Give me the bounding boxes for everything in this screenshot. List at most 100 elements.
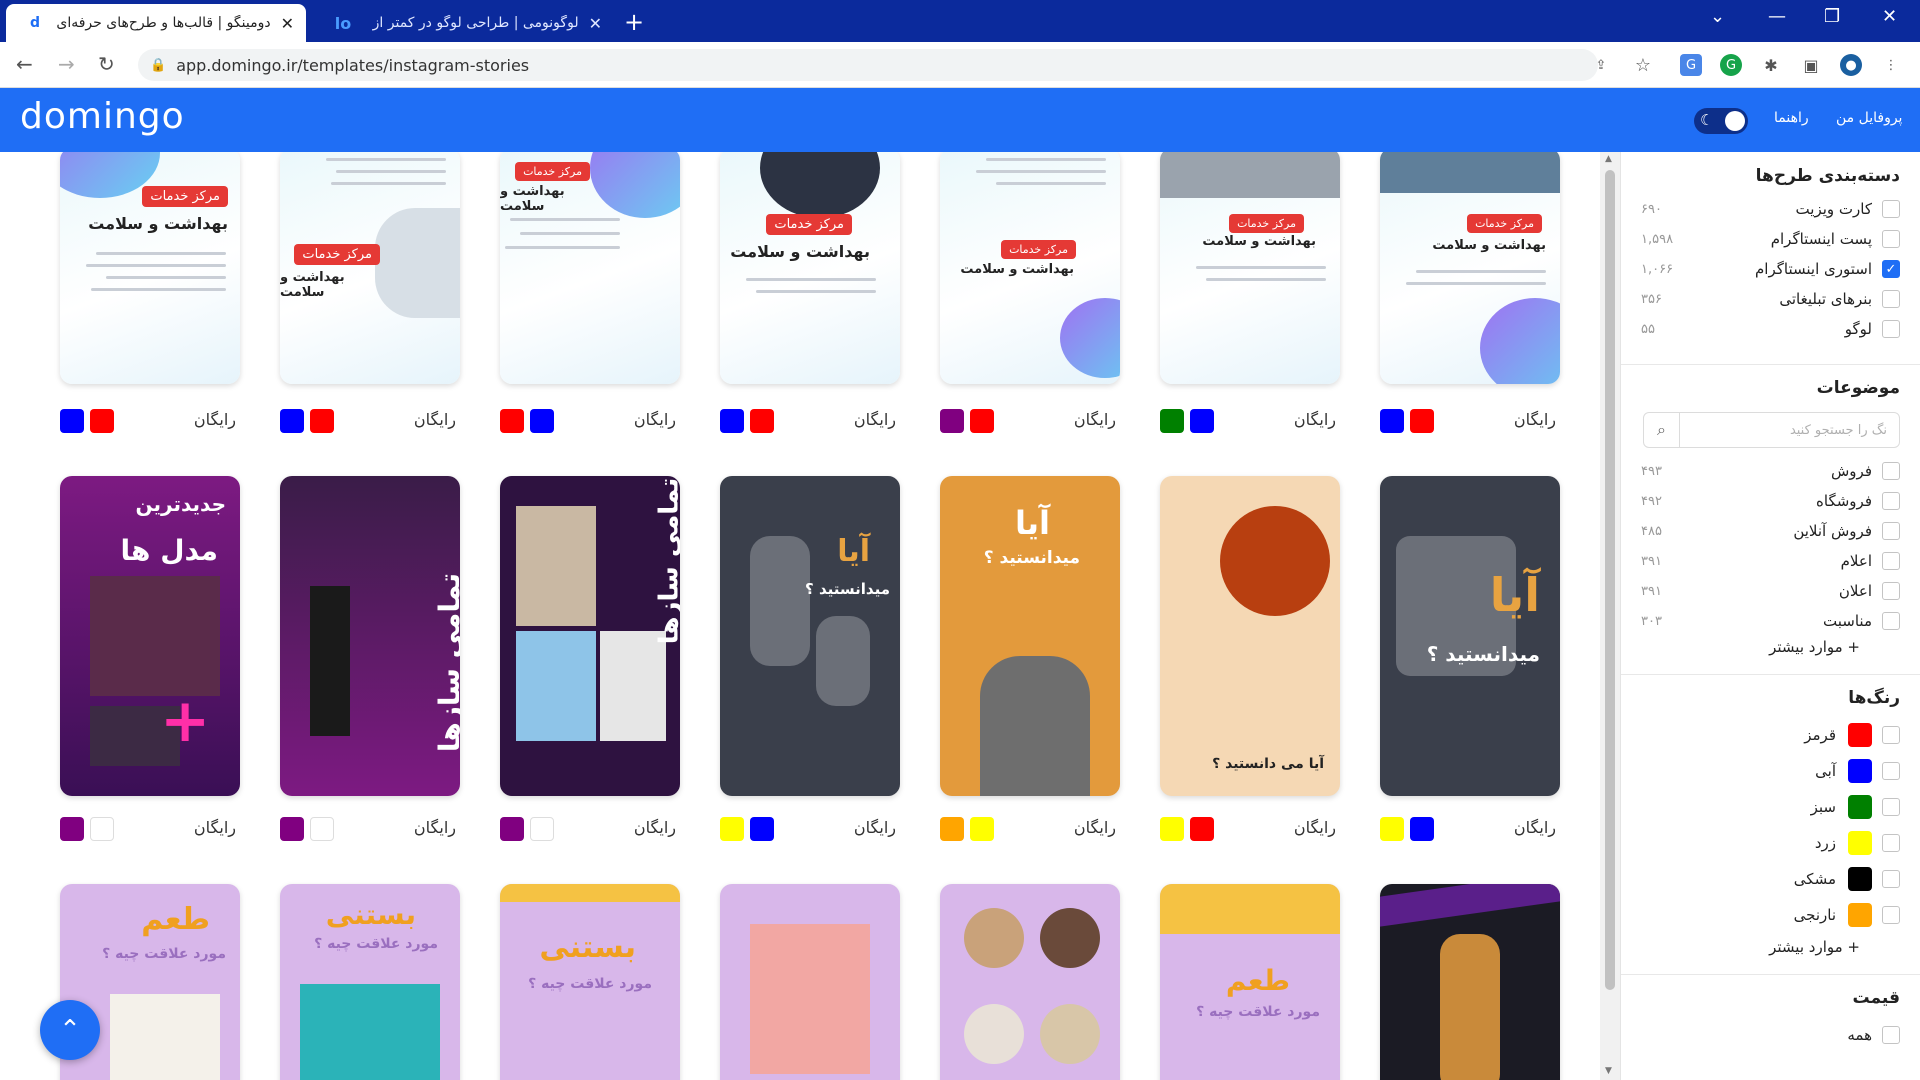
category-item[interactable]: کارت ویزیت ۶۹۰ [1641,196,1900,222]
color-swatch[interactable] [940,409,964,433]
topic-item[interactable]: مناسبت ۳۰۳ [1641,608,1900,634]
color-swatch[interactable] [90,409,114,433]
template-card[interactable]: آیا میدانستید ؟ [940,476,1120,796]
color-swatch[interactable] [1190,409,1214,433]
color-swatch[interactable] [1160,817,1184,841]
template-card[interactable]: طعم مورد علاقت چیه ؟ [1160,884,1340,1080]
tab-search-icon[interactable]: ⌄ [1710,6,1725,27]
content-scrollbar[interactable]: ▲ ▼ [1600,152,1620,1080]
share-icon[interactable]: ⇪ [1590,54,1612,76]
tab-domingo[interactable]: d دومینگو | قالب‌ها و طرح‌های حرفه‌ای ✕ [6,4,306,42]
category-item[interactable]: پست اینستاگرام ۱,۵۹۸ [1641,226,1900,252]
color-swatch[interactable] [970,817,994,841]
category-item[interactable]: لوگو ۵۵ [1641,316,1900,342]
topic-item[interactable]: فروشگاه ۴۹۲ [1641,488,1900,514]
reload-icon[interactable]: ↻ [98,52,115,76]
category-item[interactable]: بنرهای تبلیغاتی ۳۵۶ [1641,286,1900,312]
topic-checkbox[interactable] [1882,552,1900,570]
category-checkbox[interactable] [1882,200,1900,218]
topic-checkbox[interactable] [1882,582,1900,600]
category-checkbox[interactable] [1882,320,1900,338]
back-icon[interactable]: ← [16,52,33,76]
color-checkbox[interactable] [1882,834,1900,852]
colors-more-link[interactable]: + موارد بیشتر [1769,938,1860,956]
color-swatch[interactable] [720,817,744,841]
category-checkbox[interactable] [1882,230,1900,248]
dark-mode-toggle[interactable]: ☾ [1694,108,1748,134]
color-checkbox[interactable] [1882,906,1900,924]
template-card[interactable] [720,884,900,1080]
scroll-to-top-button[interactable]: ⌃ [40,1000,100,1060]
template-card[interactable]: مرکز خدمات بهداشت و سلامت [280,152,460,384]
color-swatch[interactable] [90,817,114,841]
template-card[interactable] [1380,884,1560,1080]
color-swatch[interactable] [750,817,774,841]
grammarly-extension-icon[interactable]: G [1720,54,1742,76]
color-checkbox[interactable] [1882,798,1900,816]
bookmark-star-icon[interactable]: ☆ [1632,54,1654,76]
color-swatch[interactable] [310,817,334,841]
tab-logonomi[interactable]: lo لوگونومی | طراحی لوگو در کمتر از ✕ [314,4,614,42]
topic-checkbox[interactable] [1882,522,1900,540]
side-panel-icon[interactable]: ▣ [1800,54,1822,76]
template-card[interactable]: جدیدترین مدل ها + [60,476,240,796]
color-swatch[interactable] [1160,409,1184,433]
search-icon[interactable]: ⌕ [1644,413,1680,447]
color-swatch[interactable] [310,409,334,433]
template-card[interactable]: آیا میدانستید ؟ [720,476,900,796]
topic-item[interactable]: فروش آنلاین ۴۸۵ [1641,518,1900,544]
color-swatch[interactable] [1190,817,1214,841]
forward-icon[interactable]: → [58,52,75,76]
topic-checkbox[interactable] [1882,612,1900,630]
scroll-down-icon[interactable]: ▼ [1605,1066,1612,1076]
domingo-logo[interactable]: domingo [20,96,185,137]
template-card[interactable]: مرکز خدمات بهداشت و سلامت [1380,152,1560,384]
template-card[interactable]: آیا می دانستید ؟ [1160,476,1340,796]
topic-checkbox[interactable] [1882,462,1900,480]
template-card[interactable] [940,884,1120,1080]
price-checkbox[interactable] [1882,1026,1900,1044]
topic-checkbox[interactable] [1882,492,1900,510]
profile-link[interactable]: پروفایل من [1836,110,1902,126]
color-checkbox[interactable] [1882,870,1900,888]
color-swatch[interactable] [940,817,964,841]
color-swatch[interactable] [970,409,994,433]
template-card[interactable]: بستنی مورد علاقت چیه ؟ [280,884,460,1080]
color-swatch[interactable] [530,409,554,433]
minimize-icon[interactable]: — [1768,6,1786,27]
color-swatch[interactable] [750,409,774,433]
scrollbar-thumb[interactable] [1605,170,1615,990]
color-filter-item[interactable]: سبز [1641,794,1900,820]
color-swatch[interactable] [280,817,304,841]
scroll-up-icon[interactable]: ▲ [1605,154,1612,164]
color-filter-item[interactable]: مشکی [1641,866,1900,892]
color-swatch[interactable] [1380,409,1404,433]
color-filter-item[interactable]: قرمز [1641,722,1900,748]
close-tab-icon[interactable]: ✕ [281,14,294,33]
translate-extension-icon[interactable]: G [1680,54,1702,76]
color-swatch[interactable] [60,817,84,841]
browser-menu-icon[interactable]: ⋮ [1880,54,1902,76]
color-filter-item[interactable]: آبی [1641,758,1900,784]
topic-item[interactable]: اعلان ۳۹۱ [1641,578,1900,604]
template-card[interactable]: آیا میدانستید ؟ [1380,476,1560,796]
topic-item[interactable]: اعلام ۳۹۱ [1641,548,1900,574]
price-filter-item[interactable]: همه [1641,1022,1900,1048]
template-card[interactable]: بستنی مورد علاقت چیه ؟ [500,884,680,1080]
close-tab-icon[interactable]: ✕ [589,14,602,33]
template-card[interactable]: مرکز خدمات بهداشت و سلامت [500,152,680,384]
color-checkbox[interactable] [1882,762,1900,780]
template-card[interactable]: تمامی سازها [280,476,460,796]
category-item[interactable]: ✓ استوری اینستاگرام ۱,۰۶۶ [1641,256,1900,282]
url-bar[interactable]: 🔒 app.domingo.ir/templates/instagram-sto… [138,49,1598,81]
color-swatch[interactable] [500,817,524,841]
color-checkbox[interactable] [1882,726,1900,744]
template-card[interactable]: مرکز خدمات بهداشت و سلامت [720,152,900,384]
template-card[interactable]: مرکز خدمات بهداشت و سلامت [1160,152,1340,384]
color-swatch[interactable] [1380,817,1404,841]
new-tab-button[interactable]: + [624,8,644,36]
topic-search[interactable]: نگ را جستجو کنید ⌕ [1643,412,1900,448]
color-filter-item[interactable]: زرد [1641,830,1900,856]
color-filter-item[interactable]: نارنجی [1641,902,1900,928]
color-swatch[interactable] [500,409,524,433]
